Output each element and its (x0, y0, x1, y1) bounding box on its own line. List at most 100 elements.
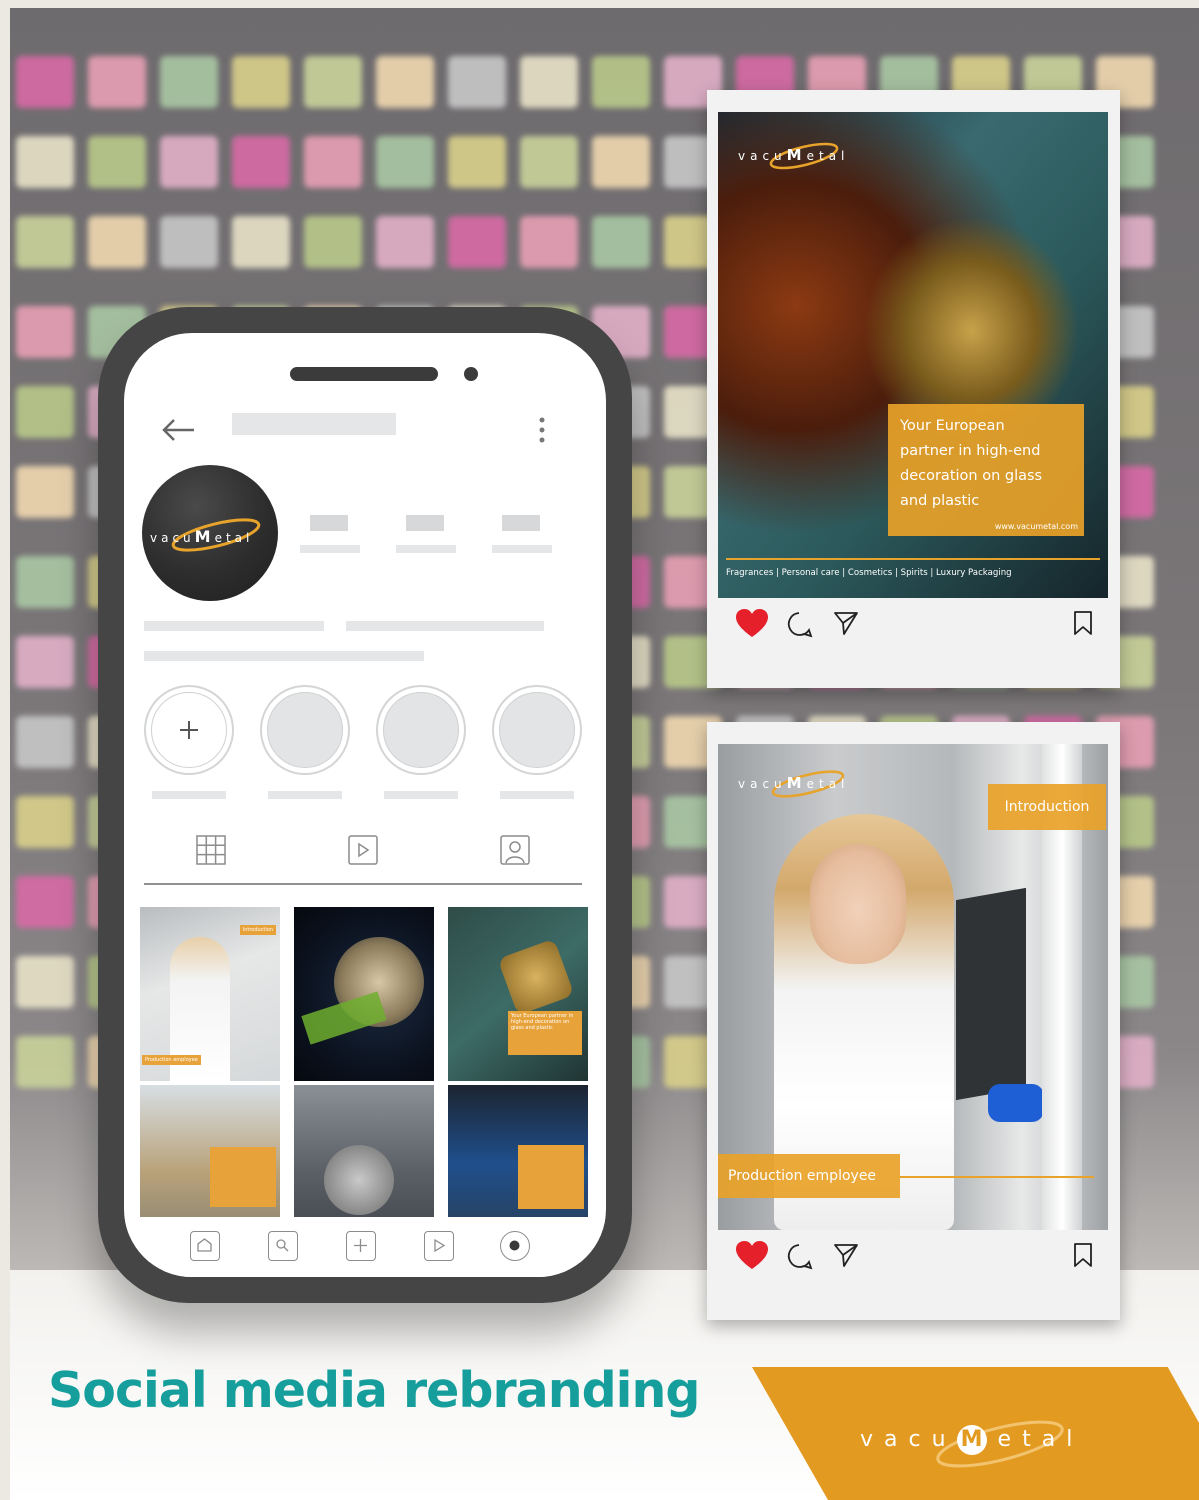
bio-placeholder (346, 621, 544, 631)
product-swatch (16, 636, 74, 688)
post-divider (900, 1176, 1094, 1178)
more-vertical-icon[interactable] (536, 415, 548, 445)
post-image[interactable]: vacuMetal Your European partner in high-… (718, 112, 1108, 598)
post-tag: Introduction (988, 784, 1106, 830)
overlay-line: decoration on glass (900, 468, 1043, 484)
heart-icon[interactable] (735, 608, 769, 638)
share-icon[interactable] (833, 610, 859, 636)
phone-camera (464, 367, 478, 381)
followers-count-placeholder (406, 515, 444, 531)
product-swatch (592, 56, 650, 108)
product-swatch (592, 136, 650, 188)
post-tag: Introduction (239, 925, 276, 935)
product-swatch (232, 216, 290, 268)
product-swatch (16, 876, 74, 928)
product-swatch (16, 716, 74, 768)
following-label-placeholder (492, 545, 552, 553)
post-image[interactable]: vacuMetal Introduction Production employ… (718, 744, 1108, 1230)
product-swatch (520, 136, 578, 188)
product-swatch (16, 796, 74, 848)
profile-avatar[interactable]: vacuMetal (142, 465, 278, 601)
product-swatch (160, 136, 218, 188)
reels-icon[interactable] (424, 1231, 454, 1261)
bookmark-icon[interactable] (1073, 1242, 1093, 1268)
post-caption: Production employee (718, 1154, 900, 1198)
home-icon[interactable] (190, 1231, 220, 1261)
avatar-logo-text: vacuMetal (150, 527, 254, 546)
product-swatch (16, 136, 74, 188)
plus-icon (180, 721, 198, 739)
product-swatch (16, 56, 74, 108)
post-actions (735, 606, 1105, 640)
product-swatch (304, 56, 362, 108)
posts-count-placeholder (310, 515, 348, 531)
grid-post[interactable]: Your European partner in high-end decora… (448, 907, 588, 1081)
product-swatch (16, 956, 74, 1008)
add-highlight-button[interactable] (144, 685, 234, 775)
product-swatch (88, 216, 146, 268)
product-swatch (592, 216, 650, 268)
post-categories: Fragrances | Personal care | Cosmetics |… (726, 568, 1012, 578)
post-caption-box (210, 1147, 276, 1207)
product-swatch (160, 56, 218, 108)
story-highlight[interactable] (376, 685, 466, 775)
phone-speaker (290, 367, 438, 381)
post-card: vacuMetal Introduction Production employ… (707, 722, 1120, 1320)
phone-screen: vacuMetal Introduction Production employ… (124, 333, 606, 1277)
comment-icon[interactable] (785, 1242, 813, 1270)
highlight-thumbnail (267, 692, 343, 768)
post-bottle-cap (497, 938, 575, 1016)
grid-post[interactable] (294, 907, 434, 1081)
phone-mockup: vacuMetal Introduction Production employ… (98, 307, 632, 1303)
product-swatch (160, 216, 218, 268)
story-highlight[interactable] (260, 685, 350, 775)
bottom-navigation (124, 1217, 606, 1277)
post-caption: Production employee (142, 1055, 201, 1065)
product-swatch (232, 56, 290, 108)
product-swatch (448, 216, 506, 268)
posts-label-placeholder (300, 545, 360, 553)
heart-icon[interactable] (735, 1240, 769, 1270)
username-placeholder (232, 413, 396, 435)
story-highlight[interactable] (492, 685, 582, 775)
reels-icon[interactable] (346, 833, 380, 867)
product-swatch (376, 56, 434, 108)
highlight-label-placeholder (152, 791, 226, 799)
overlay-line: and plastic (900, 493, 980, 509)
bookmark-icon[interactable] (1073, 610, 1093, 636)
share-icon[interactable] (833, 1242, 859, 1268)
post-overlay-text: Your European partner in high-end decora… (888, 404, 1084, 536)
grid-icon[interactable] (194, 833, 228, 867)
employee-face (810, 844, 906, 964)
product-swatch (520, 56, 578, 108)
product-swatch (304, 136, 362, 188)
overlay-line: Your European (900, 418, 1005, 434)
product-swatch (448, 56, 506, 108)
overlay-line: partner in high-end (900, 443, 1041, 459)
highlight-thumbnail (383, 692, 459, 768)
product-swatch (448, 136, 506, 188)
product-swatch (16, 386, 74, 438)
post-machine (324, 1145, 394, 1215)
highlight-thumbnail (499, 692, 575, 768)
product-swatch (376, 136, 434, 188)
comment-icon[interactable] (785, 610, 813, 638)
add-icon[interactable] (346, 1231, 376, 1261)
profile-icon[interactable] (500, 1231, 530, 1261)
post-caption-box (518, 1145, 584, 1209)
search-icon[interactable] (268, 1231, 298, 1261)
footer-logo: vacu Metal (860, 1425, 1083, 1455)
arrow-left-icon[interactable] (160, 417, 196, 443)
post-logo-text: vacuMetal (738, 774, 850, 792)
product-swatch (88, 136, 146, 188)
grid-post[interactable]: Introduction Production employee (140, 907, 280, 1081)
post-actions (735, 1238, 1105, 1272)
tagged-user-icon[interactable] (498, 833, 532, 867)
product-swatch (16, 216, 74, 268)
bio-placeholder (144, 621, 324, 631)
product-swatch (376, 216, 434, 268)
product-swatch (16, 466, 74, 518)
highlight-label-placeholder (500, 791, 574, 799)
post-url: www.vacumetal.com (994, 522, 1078, 531)
product-swatch (16, 306, 74, 358)
